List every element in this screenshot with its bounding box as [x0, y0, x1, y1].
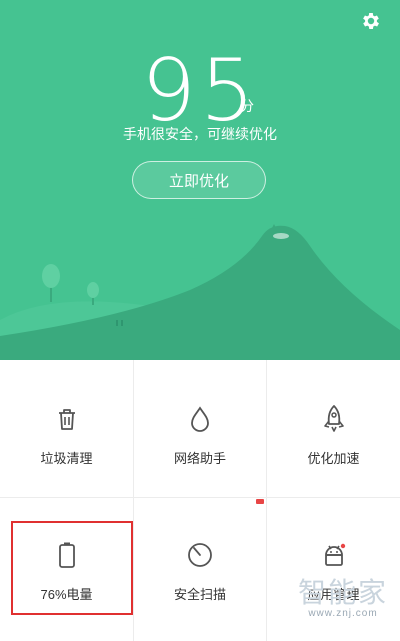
tool-app-management[interactable]: 应用管理 [267, 498, 400, 641]
android-icon [320, 540, 348, 570]
watermark-title: 智能家 [297, 577, 388, 608]
tool-security-scan[interactable]: 安全扫描 [134, 498, 266, 641]
gear-icon [363, 13, 379, 29]
tool-label: 安全扫描 [173, 587, 226, 602]
radar-scan-icon [186, 540, 214, 570]
tool-optimize-speed[interactable]: 优化加速 [267, 362, 400, 496]
optimize-now-button[interactable]: 立即优化 [132, 161, 266, 199]
security-status-text: 手机很安全，可继续优化 [123, 126, 277, 142]
score-unit: 分 [240, 98, 254, 114]
settings-button[interactable] [358, 8, 384, 34]
notification-badge [256, 499, 264, 504]
rocket-icon [320, 404, 348, 434]
tool-label: 垃圾清理 [40, 451, 93, 466]
tool-label: 网络助手 [173, 451, 226, 466]
droplet-icon [186, 404, 214, 434]
battery-highlight-box [11, 521, 133, 615]
watermark-url: www.znj.com [308, 608, 378, 619]
tool-trash-cleanup[interactable]: 垃圾清理 [0, 362, 133, 496]
tool-label: 优化加速 [307, 451, 360, 466]
watermark: 智能家 www.znj.com [288, 577, 398, 620]
security-header: 95 分 手机很安全，可继续优化 立即优化 [0, 0, 400, 360]
tool-network-assistant[interactable]: 网络助手 [134, 362, 266, 496]
security-score: 95 [0, 48, 400, 134]
trash-icon [53, 404, 81, 434]
